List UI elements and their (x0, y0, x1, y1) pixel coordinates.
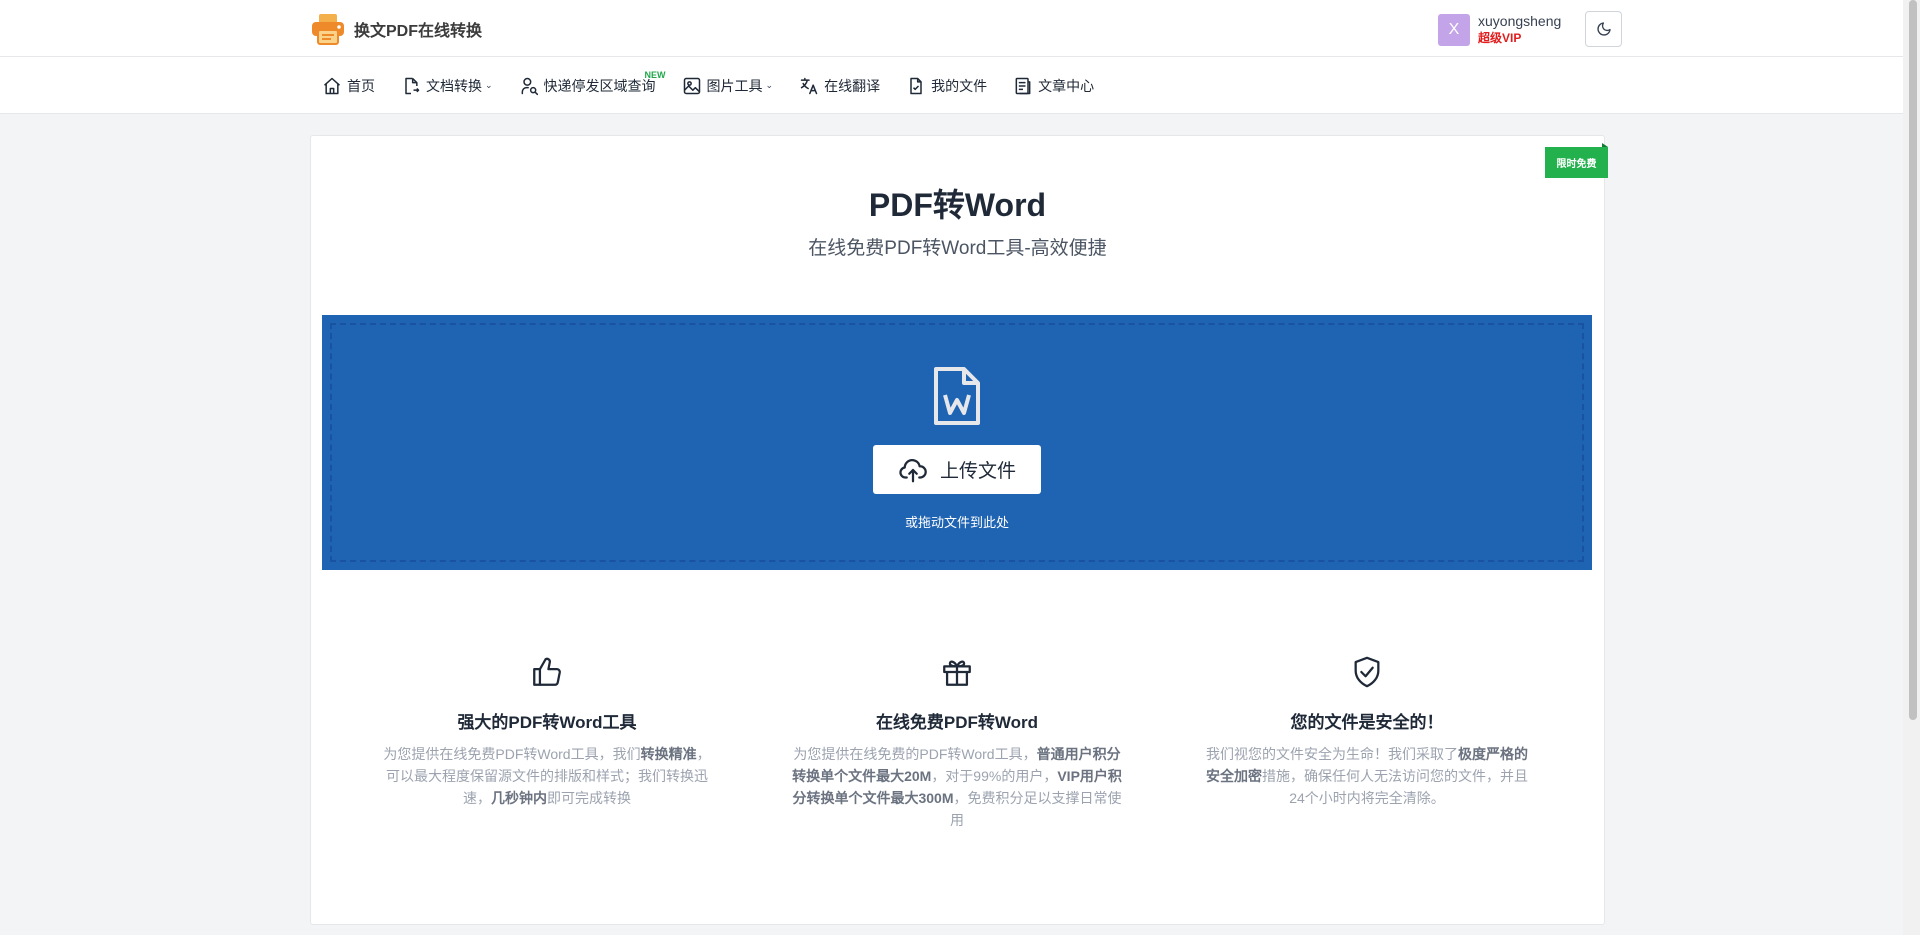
feature-title: 您的文件是安全的！ (1290, 713, 1444, 732)
nav-label: 快递停发区域查询 (543, 77, 656, 94)
cloud-upload-icon (899, 458, 927, 482)
nav-label: 图片工具 (706, 77, 763, 94)
user-name: xuyongsheng (1478, 13, 1562, 29)
shield-check-icon (1354, 656, 1380, 688)
nav-item-my-files[interactable]: 我的文件 (906, 57, 987, 114)
image-icon (683, 77, 700, 94)
drop-hint: 或拖动文件到此处 (904, 515, 1009, 530)
top-header: 换文PDF在线转换 X xuyongsheng 超级VIP (0, 0, 1920, 57)
feature-desc: 我们视您的文件安全为生命！我们采取了极度严格的安全加密措施，确保任何人无法访问您… (1202, 743, 1532, 809)
feature-desc-highlight: 转换精准 (640, 746, 697, 762)
nav-item-express-query[interactable]: 快递停发区域查询 NEW (519, 57, 666, 114)
feature-secure: 您的文件是安全的！ 我们视您的文件安全为生命！我们采取了极度严格的安全加密措施，… (1202, 655, 1532, 809)
printer-logo-icon (312, 14, 344, 45)
main-nav: 首页 文档转换 ⌄ 快递停发区域查询 NEW 图片工具 ⌄ 在线翻译 我的文件 … (0, 57, 1920, 114)
chevron-down-icon: ⌄ (485, 80, 493, 90)
avatar[interactable]: X (1438, 14, 1470, 46)
file-dropzone[interactable] (322, 315, 1592, 570)
home-icon (324, 77, 340, 94)
feature-desc-text: 措施，确保任何人无法访问您的文件，并且24个小时内将完全清除。 (1262, 768, 1528, 806)
nav-item-doc-convert[interactable]: 文档转换 ⌄ (401, 57, 493, 114)
logo-text: 换文PDF在线转换 (354, 23, 483, 40)
user-search-icon (521, 77, 538, 95)
thumbs-up-icon (533, 657, 561, 686)
feature-desc: 为您提供在线免费PDF转Word工具，我们转换精准，可以最大程度保留源文件的排版… (382, 743, 712, 809)
feature-desc: 为您提供在线免费的PDF转Word工具，普通用户积分转换单个文件最大20M，对于… (792, 743, 1122, 831)
vip-badge: 超级VIP (1478, 31, 1522, 45)
feature-desc-text: 为您提供在线免费PDF转Word工具，我们 (383, 746, 641, 762)
nav-item-image-tools[interactable]: 图片工具 ⌄ (682, 57, 774, 114)
article-icon (1015, 77, 1031, 94)
free-ribbon: 限时免费 (1545, 147, 1608, 178)
nav-label: 文档转换 (426, 77, 482, 94)
nav-item-home[interactable]: 首页 (322, 57, 375, 114)
nav-label: 文章中心 (1038, 77, 1095, 94)
feature-desc-text: 为您提供在线免费的PDF转Word工具， (793, 746, 1037, 762)
moon-icon (1596, 22, 1611, 36)
feature-title: 强大的PDF转Word工具 (457, 713, 637, 732)
word-file-icon (934, 367, 980, 425)
feature-desc-text: 即可完成转换 (547, 790, 631, 806)
upload-file-button[interactable]: 上传文件 (873, 445, 1041, 494)
gift-icon (943, 660, 971, 686)
feature-desc-text: 我们视您的文件安全为生命！我们采取了 (1206, 746, 1458, 762)
translate-icon (800, 77, 818, 94)
dark-mode-toggle[interactable] (1585, 11, 1622, 47)
feature-desc-text: ，对于99%的用户， (931, 768, 1058, 784)
site-logo[interactable]: 换文PDF在线转换 (310, 12, 482, 46)
upload-label: 上传文件 (939, 461, 1016, 482)
document-convert-icon (405, 77, 420, 94)
nav-label: 首页 (347, 77, 375, 94)
feature-desc-highlight: 几秒钟内 (491, 790, 547, 806)
page-subtitle: 在线免费PDF转Word工具-高效便捷 (808, 238, 1107, 259)
nav-item-articles[interactable]: 文章中心 (1013, 57, 1094, 114)
new-badge: NEW (644, 70, 666, 80)
nav-label: 在线翻译 (824, 77, 881, 94)
feature-desc-text: ，免费积分足以支撑日常使用 (950, 790, 1122, 828)
file-check-icon (910, 77, 922, 94)
page-title: PDF转Word (868, 187, 1047, 223)
chevron-down-icon: ⌄ (765, 80, 774, 90)
scrollbar-thumb[interactable] (1909, 0, 1917, 720)
feature-free: 在线免费PDF转Word 为您提供在线免费的PDF转Word工具，普通用户积分转… (792, 655, 1122, 831)
nav-list: 首页 文档转换 ⌄ 快递停发区域查询 NEW 图片工具 ⌄ 在线翻译 我的文件 … (322, 57, 1120, 114)
nav-item-translate[interactable]: 在线翻译 (799, 57, 880, 114)
feature-title: 在线免费PDF转Word (875, 713, 1039, 732)
user-menu[interactable]: X xuyongsheng 超级VIP (1438, 13, 1561, 47)
feature-powerful: 强大的PDF转Word工具 为您提供在线免费PDF转Word工具，我们转换精准，… (382, 655, 712, 809)
nav-label: 我的文件 (931, 77, 988, 94)
user-meta: xuyongsheng 超级VIP (1478, 13, 1561, 47)
